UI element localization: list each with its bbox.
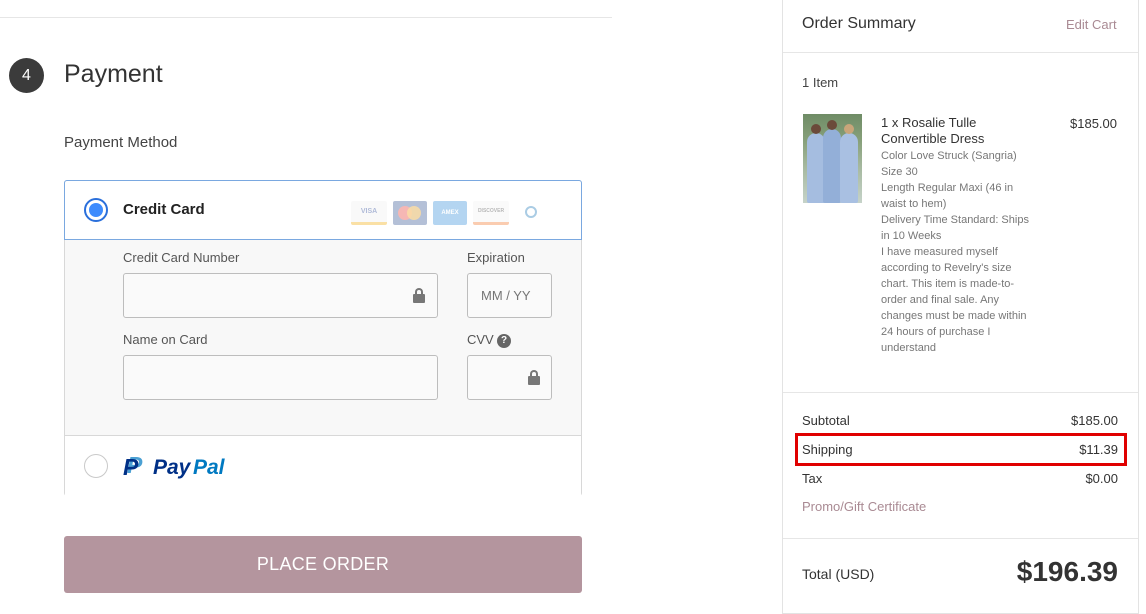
name-on-card-label: Name on Card [123,332,208,347]
item-delivery-time: Delivery Time Standard: Ships in 10 Week… [881,214,1029,242]
lock-icon [528,370,540,385]
credit-card-option[interactable]: Credit Card VISA AMEX DISCOVER [64,180,582,240]
edit-cart-link[interactable]: Edit Cart [1066,17,1117,32]
name-on-card-input[interactable] [123,355,438,400]
promo-gift-certificate-link[interactable]: Promo/Gift Certificate [802,499,926,514]
mastercard-logo-icon [393,201,427,225]
item-size-acknowledgement: I have measured myself according to Reve… [881,246,1027,354]
section-divider [0,17,612,18]
place-order-button[interactable]: PLACE ORDER [64,536,582,593]
item-name: 1 x Rosalie Tulle Convertible Dress [881,115,985,146]
shipping-highlight-box [795,433,1127,466]
subtotal-value: $185.00 [1071,413,1118,428]
total-value: $196.39 [1016,556,1118,587]
lock-icon [413,288,425,303]
item-count: 1 Item [802,75,839,90]
diners-club-logo-icon [517,201,547,225]
summary-divider [783,538,1138,539]
subtotal-label: Subtotal [802,413,850,428]
credit-card-radio[interactable] [84,198,108,222]
order-summary-title: Order Summary [802,15,916,32]
item-price: $185.00 [1070,116,1117,131]
discover-logo-icon: DISCOVER [473,201,509,225]
amex-logo-icon: AMEX [433,201,467,225]
step-number-badge: 4 [9,58,44,93]
payment-method-label: Payment Method [64,134,178,151]
total-label: Total (USD) [802,566,875,582]
card-number-input[interactable] [123,273,438,318]
paypal-radio[interactable] [84,454,108,478]
product-thumbnail [803,114,862,203]
credit-card-label: Credit Card [123,201,205,218]
summary-divider [783,52,1138,53]
tax-label: Tax [802,471,823,486]
cvv-help-icon[interactable]: ? [497,334,511,348]
item-color: Color Love Struck (Sangria) [881,150,1017,162]
tax-value: $0.00 [1085,471,1118,486]
paypal-option[interactable]: P P Pay Pal [65,435,581,496]
visa-logo-icon: VISA [351,201,387,225]
summary-divider [783,392,1138,393]
expiration-input[interactable] [467,273,552,318]
cvv-label: CVV [467,332,494,347]
expiration-label: Expiration [467,250,525,265]
card-number-label: Credit Card Number [123,250,240,265]
item-size: Size 30 [881,166,918,178]
payment-section-title: Payment [64,60,163,88]
item-length: Length Regular Maxi (46 in waist to hem) [881,182,1014,210]
